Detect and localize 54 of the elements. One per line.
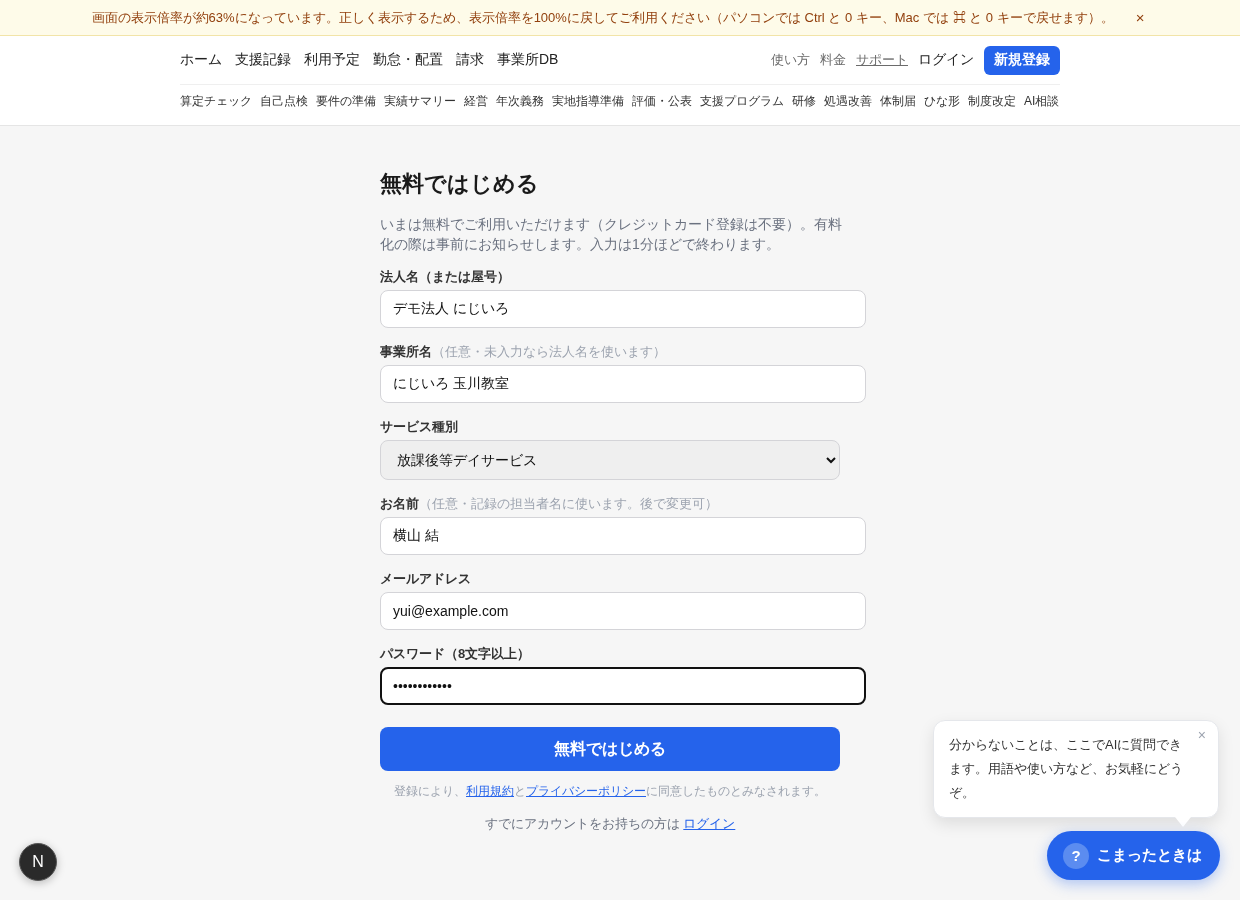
- nav-link[interactable]: 事業所DB: [497, 51, 559, 69]
- field-hint: （任意・記録の担当者名に使います。後で変更可）: [419, 495, 718, 513]
- subnav-link[interactable]: 体制届: [880, 93, 916, 110]
- subnav-link[interactable]: 実績サマリー: [384, 93, 456, 110]
- utility-link[interactable]: 使い方: [771, 51, 810, 69]
- password-input[interactable]: ••••••••••••: [380, 667, 866, 705]
- field-label: お名前: [380, 495, 419, 513]
- field-label: メールアドレス: [380, 570, 471, 588]
- form-description: いまは無料でご利用いただけます（クレジットカード登録は不要）。有料化の際は事前にお知らせします。入力は1分ほどで終わります。: [380, 215, 843, 254]
- form-title: 無料ではじめる: [380, 170, 540, 198]
- utility-link[interactable]: サポート: [856, 51, 908, 69]
- subnav-link[interactable]: AI相談: [1024, 93, 1060, 110]
- subnav-link[interactable]: 評価・公表: [632, 93, 692, 110]
- terms-note: 登録により、利用規約 と プライバシーポリシーに同意したものとみなされます。: [393, 783, 827, 800]
- field-label: パスワード（8文字以上）: [380, 645, 531, 663]
- text-input[interactable]: 横山 結: [380, 517, 866, 555]
- field-label: 事業所名: [380, 343, 432, 361]
- field-label: 法人名（または屋号）: [380, 268, 510, 286]
- close-button[interactable]: ×: [1131, 8, 1149, 27]
- login-link[interactable]: ログイン: [683, 816, 736, 831]
- subnav-link[interactable]: 経営: [464, 93, 488, 110]
- subnav-link[interactable]: 処遇改善: [824, 93, 872, 110]
- nav-link[interactable]: 勤怠・配置: [373, 51, 443, 69]
- login-prompt: すでにアカウントをお持ちの方は ログイン: [483, 815, 737, 833]
- utility-link[interactable]: 料金: [820, 51, 846, 69]
- text-input[interactable]: にじいろ 玉川教室: [380, 365, 866, 403]
- terms-link[interactable]: プライバシーポリシー: [526, 784, 646, 798]
- nav-link[interactable]: 請求: [456, 51, 484, 69]
- field-hint: （任意・未入力なら法人名を使います）: [432, 343, 666, 361]
- login-link[interactable]: ログイン: [918, 51, 974, 69]
- nav-link[interactable]: 支援記録: [235, 51, 291, 69]
- email-input[interactable]: yui@example.com: [380, 592, 866, 630]
- nav-link[interactable]: ホーム: [180, 51, 222, 69]
- question-icon: ?: [1063, 842, 1089, 869]
- nav-link[interactable]: 利用予定: [304, 51, 360, 69]
- signup-button[interactable]: 新規登録: [984, 45, 1060, 75]
- field-label: サービス種別: [380, 418, 458, 436]
- indicator-button[interactable]: N: [19, 843, 57, 881]
- subnav-link[interactable]: 支援プログラム: [700, 93, 784, 110]
- subnav-link[interactable]: 研修: [792, 93, 816, 110]
- help-button[interactable]: ? こまったときは: [1047, 831, 1220, 880]
- text-input[interactable]: デモ法人 にじいろ: [380, 290, 866, 328]
- subnav-link[interactable]: ひな形: [924, 93, 960, 110]
- tooltip-text: 分からないことは、ここでAIに質問できます。用語や使い方など、お気軽にどうぞ。: [949, 736, 1184, 802]
- terms-link[interactable]: 利用規約: [466, 784, 514, 798]
- subnav-link[interactable]: 自己点検: [260, 93, 308, 110]
- subnav-link[interactable]: 算定チェック: [180, 93, 252, 110]
- submit-button[interactable]: 無料ではじめる: [380, 727, 840, 771]
- subnav-link[interactable]: 年次義務: [496, 93, 544, 110]
- dropdown-select[interactable]: 放課後等デイサービス: [380, 440, 840, 480]
- subnav-link[interactable]: 要件の準備: [316, 93, 376, 110]
- subnav-link[interactable]: 制度改定: [968, 93, 1016, 110]
- notice-text: 画面の表示倍率が約63%になっています。正しく表示するため、表示倍率を100%に戻してご利用ください（パソコンでは Ctrl と 0 キー、Mac では ⌘ と 0 キーで戻せます）。: [91, 8, 1114, 27]
- subnav-link[interactable]: 実地指導準備: [552, 93, 624, 110]
